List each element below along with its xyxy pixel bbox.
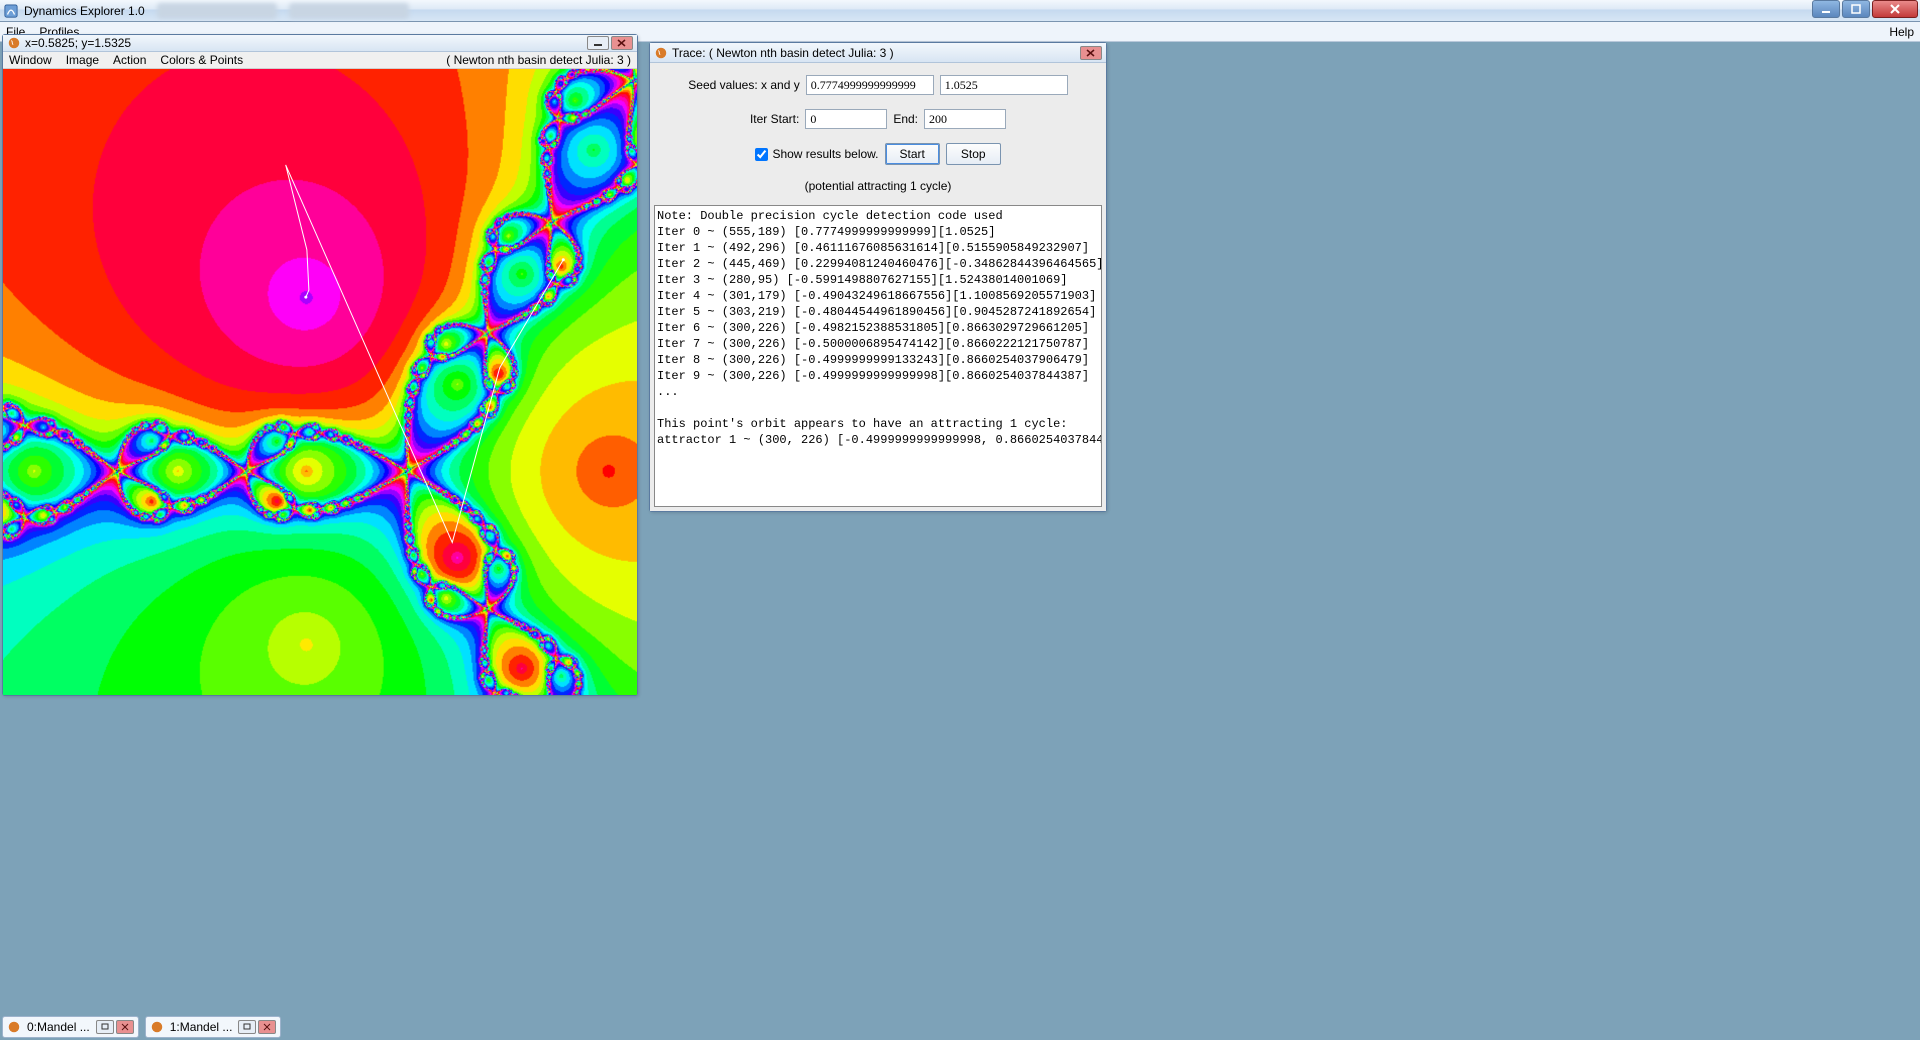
window-minimize-button[interactable]	[1812, 0, 1840, 18]
results-panel[interactable]: Note: Double precision cycle detection c…	[654, 205, 1102, 507]
trace-close-button[interactable]	[1080, 46, 1102, 60]
seed-x-input[interactable]	[806, 75, 934, 95]
iconify-icon	[593, 39, 603, 47]
app-title: Dynamics Explorer 1.0	[24, 4, 145, 18]
trace-window-title: Trace: ( Newton nth basin detect Julia: …	[672, 46, 894, 60]
fractal-close-button[interactable]	[611, 36, 633, 50]
blurred-tab-2	[289, 3, 409, 19]
fractal-menu-window[interactable]: Window	[9, 53, 52, 67]
restore-icon	[100, 1023, 110, 1031]
app-icon	[4, 4, 18, 18]
tray-close-button[interactable]	[116, 1020, 134, 1034]
fractal-window: x=0.5825; y=1.5325 Window Image Action C…	[2, 34, 638, 696]
tray-restore-button[interactable]	[96, 1020, 114, 1034]
java-icon	[7, 1020, 21, 1034]
fractal-menu-action[interactable]: Action	[113, 53, 146, 67]
seed-y-input[interactable]	[940, 75, 1068, 95]
tray-item-1[interactable]: 1:Mandel ...	[145, 1016, 282, 1038]
seed-label: Seed values: x and y	[688, 78, 799, 92]
close-icon	[120, 1023, 130, 1031]
blurred-tab-1	[157, 3, 277, 19]
java-icon	[7, 36, 21, 50]
tray-close-button[interactable]	[258, 1020, 276, 1034]
show-results-checkbox[interactable]	[755, 148, 768, 161]
show-results-label[interactable]: Show results below.	[772, 147, 878, 161]
iter-end-label: End:	[893, 112, 918, 126]
close-icon	[262, 1023, 272, 1031]
tray-item-1-label: 1:Mandel ...	[170, 1020, 233, 1034]
restore-icon	[242, 1023, 252, 1031]
tray-item-0-label: 0:Mandel ...	[27, 1020, 90, 1034]
java-icon	[150, 1020, 164, 1034]
fractal-menu-image[interactable]: Image	[66, 53, 99, 67]
trace-body: Seed values: x and y Iter Start: End: Sh…	[650, 63, 1106, 511]
fractal-context-label: ( Newton nth basin detect Julia: 3 )	[446, 53, 631, 67]
menu-help[interactable]: Help	[1889, 25, 1914, 39]
iter-start-input[interactable]	[805, 109, 887, 129]
trace-window-titlebar[interactable]: Trace: ( Newton nth basin detect Julia: …	[650, 43, 1106, 63]
start-button[interactable]: Start	[885, 143, 940, 165]
iter-start-label: Iter Start:	[750, 112, 799, 126]
tray-item-0[interactable]: 0:Mandel ...	[2, 1016, 139, 1038]
fractal-menubar: Window Image Action Colors & Points ( Ne…	[3, 52, 637, 69]
app-titlebar: Dynamics Explorer 1.0	[0, 0, 1920, 22]
fractal-window-titlebar[interactable]: x=0.5825; y=1.5325	[3, 35, 637, 52]
java-icon	[654, 46, 668, 60]
fractal-iconify-button[interactable]	[587, 36, 609, 50]
mdi-desktop: x=0.5825; y=1.5325 Window Image Action C…	[0, 42, 1920, 1040]
close-icon	[1086, 49, 1096, 57]
trace-window: Trace: ( Newton nth basin detect Julia: …	[649, 42, 1107, 512]
close-icon	[617, 39, 627, 47]
iter-end-input[interactable]	[924, 109, 1006, 129]
fractal-canvas-area[interactable]	[3, 69, 637, 695]
fractal-window-title: x=0.5825; y=1.5325	[25, 36, 131, 50]
status-line: (potential attracting 1 cycle)	[660, 179, 1096, 193]
window-close-button[interactable]	[1872, 0, 1918, 18]
fractal-menu-colors[interactable]: Colors & Points	[160, 53, 243, 67]
window-maximize-button[interactable]	[1842, 0, 1870, 18]
maximize-icon	[1851, 4, 1861, 14]
stop-button[interactable]: Stop	[946, 143, 1001, 165]
tray-restore-button[interactable]	[238, 1020, 256, 1034]
internal-frame-tray: 0:Mandel ... 1:Mandel ...	[2, 1016, 281, 1038]
fractal-canvas[interactable]	[3, 69, 637, 695]
minimize-icon	[1821, 4, 1831, 14]
close-icon	[1890, 4, 1900, 14]
